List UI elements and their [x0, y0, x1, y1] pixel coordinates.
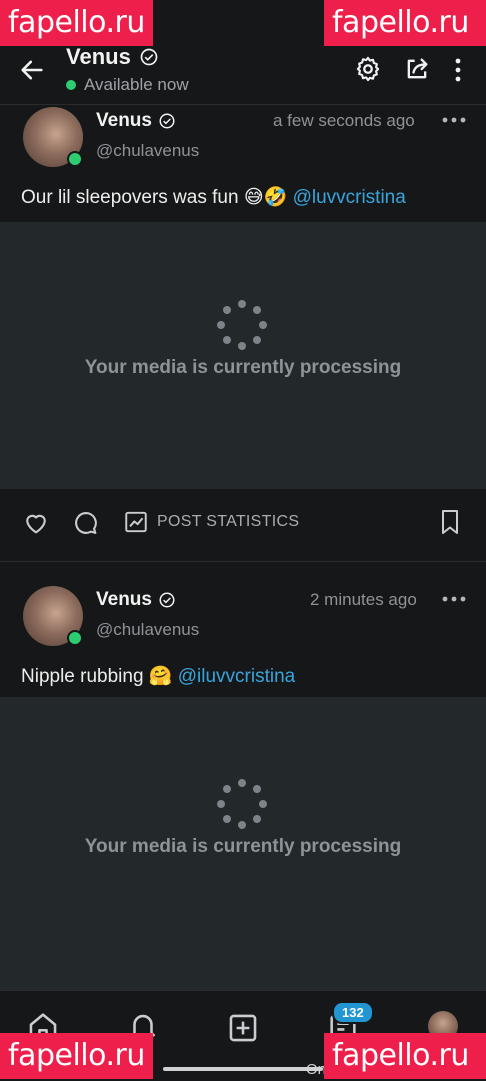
post-caption: Nipple rubbing 🤗	[21, 666, 173, 687]
post-text: Our lil sleepovers was fun 😅🤣 @luvvcrist…	[21, 185, 406, 209]
bookmark-icon[interactable]	[438, 508, 462, 536]
post-timestamp: a few seconds ago	[273, 111, 415, 130]
like-heart-icon[interactable]	[22, 509, 50, 537]
loading-spinner-icon	[217, 300, 267, 350]
post-card: Venus @chulavenus 2 minutes ago Nipple r…	[0, 584, 486, 697]
share-icon[interactable]	[403, 55, 431, 83]
online-indicator	[67, 151, 83, 167]
bottom-partial-text: On	[306, 1061, 327, 1078]
home-indicator-bar	[163, 1067, 323, 1071]
watermark-bottom-right: fapello.ru	[324, 1033, 486, 1079]
settings-gear-icon[interactable]	[354, 55, 382, 83]
more-vertical-icon[interactable]	[446, 56, 470, 84]
post-statistics-label: POST STATISTICS	[157, 513, 300, 530]
post-media-placeholder[interactable]: Your media is currently processing	[0, 697, 486, 990]
statistics-chart-icon	[123, 509, 149, 535]
post-media-placeholder[interactable]: Your media is currently processing	[0, 222, 486, 489]
online-status-dot	[66, 80, 76, 90]
post-timestamp: 2 minutes ago	[310, 590, 417, 609]
loading-spinner-icon	[217, 779, 267, 829]
verified-icon	[139, 47, 159, 67]
post-author-name[interactable]: Venus	[96, 589, 152, 611]
post-text: Nipple rubbing 🤗 @iluvvcristina	[21, 664, 295, 688]
verified-icon	[158, 591, 176, 609]
notifications-count-badge: 132	[332, 1001, 374, 1024]
post-author-name[interactable]: Venus	[96, 110, 152, 132]
more-horizontal-icon[interactable]	[442, 115, 466, 125]
post-mention-link[interactable]: @iluvvcristina	[178, 666, 295, 687]
header-status: Available now	[84, 75, 189, 94]
verified-icon	[158, 112, 176, 130]
more-horizontal-icon[interactable]	[442, 594, 466, 604]
watermark-bottom-left: fapello.ru	[0, 1033, 153, 1079]
watermark-top-left: fapello.ru	[0, 0, 153, 46]
post-statistics-button[interactable]: POST STATISTICS	[123, 509, 299, 535]
post-author-handle[interactable]: @chulavenus	[96, 141, 199, 161]
post-mention-link[interactable]: @luvvcristina	[293, 187, 406, 208]
comment-bubble-icon[interactable]	[72, 509, 100, 537]
online-indicator	[67, 630, 83, 646]
post-actions-bar: POST STATISTICS	[0, 489, 486, 562]
media-processing-text: Your media is currently processing	[84, 357, 402, 378]
post-card: Venus @chulavenus a few seconds ago Our …	[0, 105, 486, 222]
media-processing-text: Your media is currently processing	[84, 836, 402, 857]
post-author-handle[interactable]: @chulavenus	[96, 620, 199, 640]
header-title: Venus	[66, 44, 131, 69]
post-caption: Our lil sleepovers was fun 😅🤣	[21, 187, 288, 208]
watermark-top-right: fapello.ru	[324, 0, 486, 46]
back-arrow-icon[interactable]	[18, 56, 46, 84]
add-post-plus-icon[interactable]	[226, 1011, 260, 1045]
